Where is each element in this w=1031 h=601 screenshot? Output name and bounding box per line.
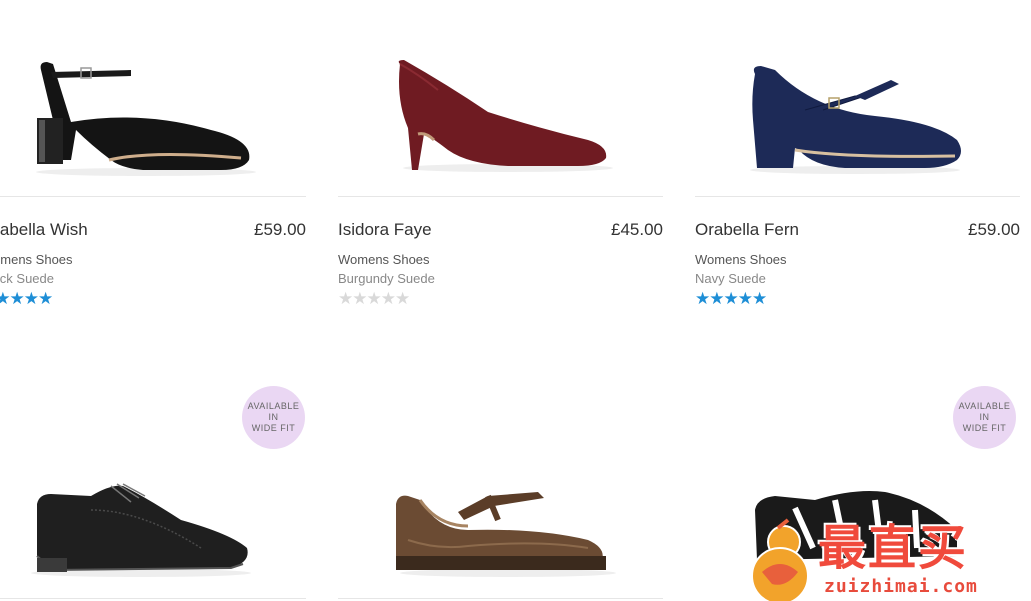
star-icon: ★	[737, 289, 753, 308]
star-icon: ★	[352, 289, 367, 308]
rating-stars: ★★★★★	[338, 289, 410, 309]
divider	[338, 196, 663, 197]
product-price: £59.00	[968, 220, 1020, 239]
black-suede-ankle-strap-heel	[36, 62, 256, 176]
product-category: Womens Shoes	[695, 252, 787, 267]
star-icon: ★	[338, 289, 353, 308]
watermark-chinese-text: 最直买	[818, 520, 969, 576]
watermark: 最直买 zuizhimai.com	[742, 518, 1031, 601]
product-colour: Burgundy Suede	[338, 271, 435, 286]
product-colour: Navy Suede	[695, 271, 766, 286]
navy-suede-t-bar-heel	[750, 66, 961, 174]
product-image[interactable]	[695, 0, 1020, 196]
divider	[695, 196, 1020, 197]
star-icon: ★	[38, 289, 53, 308]
star-icon: ★	[723, 289, 739, 308]
rating-stars: ★★★★★	[0, 289, 53, 309]
star-icon: ★	[695, 289, 710, 308]
divider	[338, 598, 663, 599]
product-image[interactable]	[0, 0, 306, 196]
product-category: Womens Shoes	[0, 252, 73, 267]
burgundy-suede-court-heel	[398, 60, 613, 172]
gourd-logo-icon	[751, 518, 809, 601]
product-name[interactable]: Orabella Wish	[0, 220, 88, 240]
star-icon: ★	[709, 289, 724, 308]
product-price: £59.00	[254, 220, 306, 239]
product-colour: Black Suede	[0, 271, 54, 286]
star-icon: ★	[23, 289, 39, 308]
star-icon: ★	[366, 289, 382, 308]
star-icon: ★	[752, 289, 767, 308]
bronze-metallic-t-bar-shoe[interactable]	[338, 380, 663, 601]
product-image[interactable]	[338, 0, 663, 196]
black-leather-brogue[interactable]	[0, 380, 306, 601]
divider	[0, 196, 306, 197]
star-icon: ★	[0, 289, 11, 308]
product-name[interactable]: Orabella Fern	[695, 220, 799, 240]
product-price: £45.00	[611, 220, 663, 239]
star-icon: ★	[9, 289, 25, 308]
star-icon: ★	[380, 289, 396, 308]
watermark-site-text: zuizhimai.com	[824, 576, 978, 597]
divider	[0, 598, 306, 599]
product-name[interactable]: Isidora Faye	[338, 220, 432, 240]
star-icon: ★	[395, 289, 410, 308]
product-category: Womens Shoes	[338, 252, 430, 267]
rating-stars: ★★★★★	[695, 289, 767, 309]
